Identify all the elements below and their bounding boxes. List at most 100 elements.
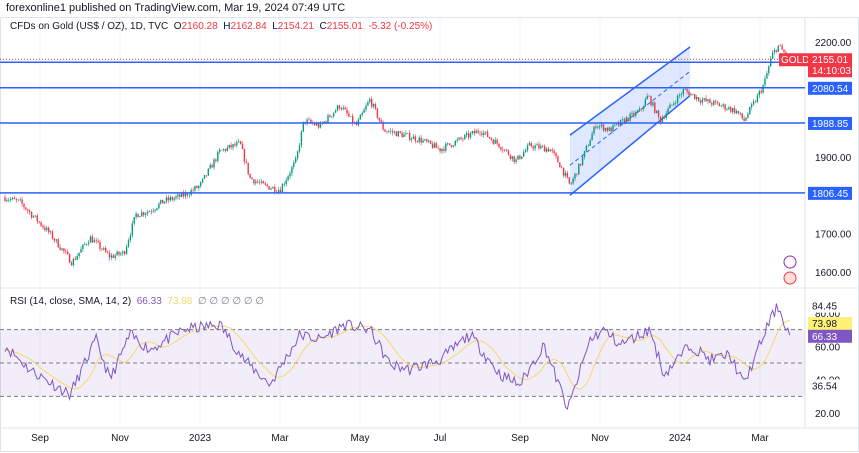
candle-body bbox=[638, 108, 641, 111]
candle-body bbox=[469, 133, 472, 138]
candle-body bbox=[665, 113, 667, 119]
candle-body bbox=[595, 126, 597, 128]
candle-body bbox=[521, 156, 523, 159]
candle-body bbox=[219, 149, 221, 152]
candle-body bbox=[420, 137, 422, 143]
candle-body bbox=[428, 140, 430, 142]
candle-body bbox=[293, 162, 295, 167]
price-legend: CFDs on Gold (US$ / OZ), 1D, TVC O2160.2… bbox=[10, 21, 432, 32]
candle-body bbox=[656, 110, 658, 113]
candle-body bbox=[504, 149, 506, 151]
candle-body bbox=[4, 197, 6, 202]
candle-body bbox=[272, 186, 274, 189]
candle-body bbox=[606, 128, 608, 131]
candle-body bbox=[118, 251, 120, 255]
candle-body bbox=[238, 141, 240, 143]
candle-body bbox=[65, 251, 67, 252]
candle-body bbox=[705, 98, 707, 102]
candle-body bbox=[591, 133, 593, 141]
candle-body bbox=[388, 131, 390, 132]
candle-body bbox=[608, 127, 610, 131]
chart-canvas[interactable]: Sep Nov 2023 Mar May Jul Sep Nov 2024 Mar 2200.00 1… bbox=[0, 0, 859, 453]
candle-body bbox=[743, 118, 745, 121]
candle-body bbox=[95, 240, 97, 241]
candle-body bbox=[268, 186, 270, 190]
candle-body bbox=[722, 104, 724, 106]
candle-body bbox=[671, 104, 673, 106]
candle-body bbox=[500, 147, 502, 150]
candle-body bbox=[631, 112, 633, 114]
candle-body bbox=[479, 132, 481, 134]
price-tick-label: 2200.00 bbox=[815, 38, 852, 49]
candle-body bbox=[612, 125, 614, 132]
candle-body bbox=[296, 151, 299, 159]
candle-body bbox=[526, 145, 529, 151]
candle-body bbox=[716, 101, 719, 104]
candle-body bbox=[460, 137, 462, 139]
candle-body bbox=[646, 96, 648, 100]
candle-body bbox=[249, 173, 251, 178]
candle-body bbox=[6, 200, 8, 202]
candle-body bbox=[543, 146, 546, 152]
rsi-value-label: 66.33 bbox=[812, 332, 837, 343]
candle-body bbox=[458, 137, 460, 140]
candle-body bbox=[515, 159, 517, 162]
candle-body bbox=[549, 149, 551, 152]
candle-body bbox=[162, 199, 164, 204]
candle-body bbox=[146, 211, 149, 214]
candle-body bbox=[173, 198, 175, 200]
candle-body bbox=[13, 197, 16, 200]
candle-body bbox=[72, 258, 75, 266]
candle-body bbox=[201, 178, 204, 183]
level-price-label: 2080.54 bbox=[812, 84, 849, 95]
level-price-label: 1988.85 bbox=[812, 119, 849, 130]
candle-body bbox=[452, 145, 455, 147]
candle-body bbox=[640, 108, 643, 110]
candle-body bbox=[445, 143, 447, 151]
candle-body bbox=[114, 255, 116, 258]
candle-body bbox=[258, 182, 261, 183]
candle-body bbox=[530, 143, 532, 147]
candle-body bbox=[580, 163, 582, 165]
price-tick-label: 1700.00 bbox=[815, 230, 852, 241]
candle-body bbox=[84, 244, 86, 245]
rsi-na-values: ∅ ∅ ∅ ∅ ∅ ∅ bbox=[197, 296, 265, 307]
candle-body bbox=[749, 107, 751, 115]
candle-body bbox=[44, 227, 46, 231]
candle-body bbox=[464, 135, 466, 140]
candle-body bbox=[483, 132, 485, 135]
candle-body bbox=[291, 166, 293, 174]
candle-body bbox=[112, 255, 114, 258]
candle-body bbox=[610, 127, 612, 132]
candle-body bbox=[154, 209, 156, 211]
candle-body bbox=[650, 96, 652, 106]
candle-body bbox=[87, 242, 90, 244]
candle-body bbox=[777, 45, 779, 52]
candle-body bbox=[239, 141, 242, 145]
candle-body bbox=[724, 104, 726, 110]
candle-body bbox=[327, 115, 329, 123]
candle-body bbox=[673, 103, 675, 105]
candle-body bbox=[678, 95, 681, 96]
candle-body bbox=[466, 133, 468, 136]
close-value: 2155.01 bbox=[326, 21, 363, 32]
candle-body bbox=[576, 173, 578, 175]
candle-body bbox=[574, 173, 576, 179]
candle-body bbox=[762, 85, 764, 93]
candle-body bbox=[105, 248, 107, 252]
candle-body bbox=[253, 179, 255, 184]
candle-body bbox=[667, 108, 669, 114]
candle-body bbox=[496, 139, 498, 144]
candle-body bbox=[55, 239, 57, 241]
candle-body bbox=[456, 139, 458, 141]
candle-body bbox=[165, 197, 168, 202]
candle-body bbox=[773, 50, 776, 53]
candle-body bbox=[486, 131, 489, 137]
candle-body bbox=[511, 156, 513, 159]
candle-body bbox=[766, 73, 768, 79]
candle-body bbox=[380, 120, 382, 123]
candle-body bbox=[441, 148, 443, 152]
candle-body bbox=[407, 133, 409, 134]
candle-body bbox=[289, 173, 291, 177]
candle-body bbox=[135, 213, 137, 218]
